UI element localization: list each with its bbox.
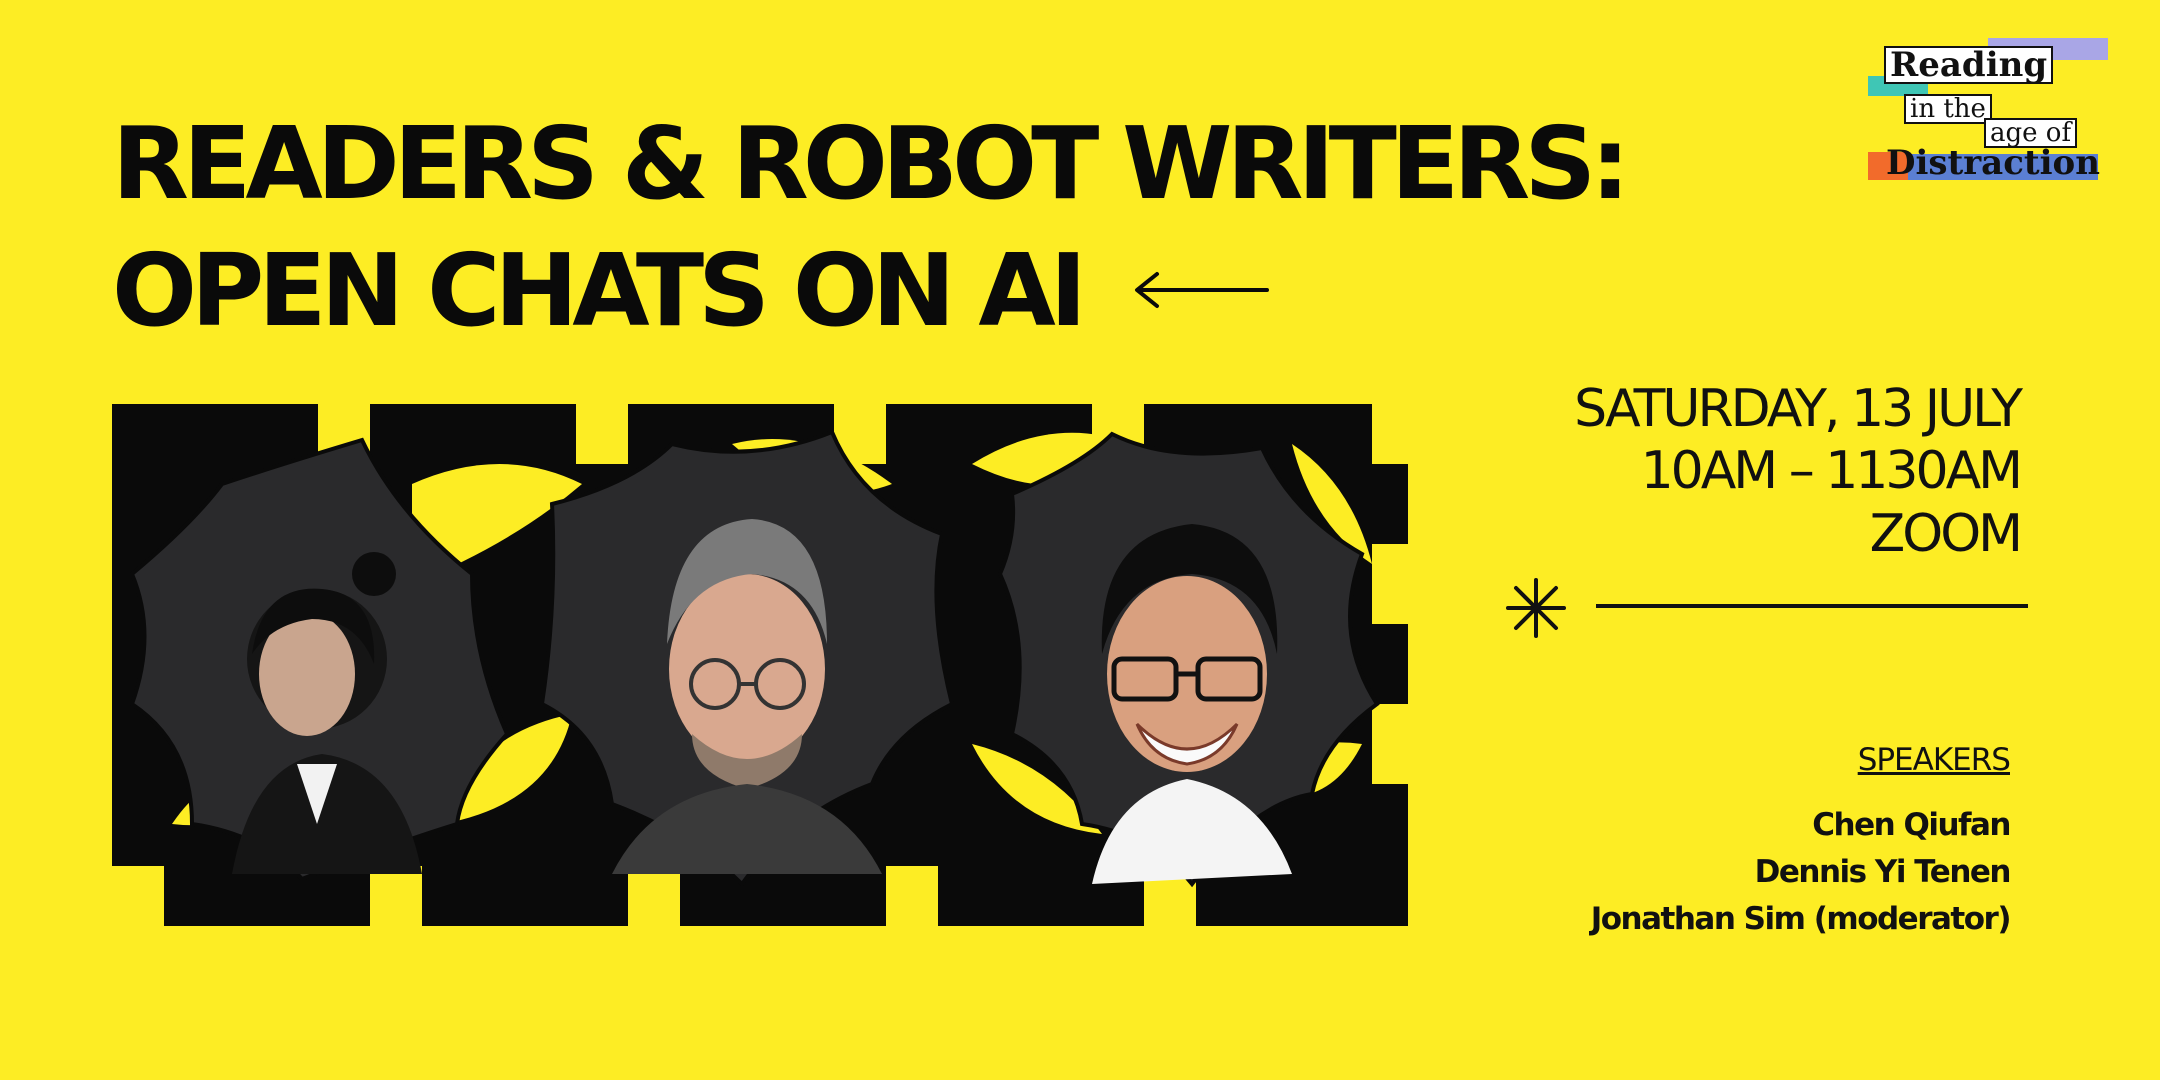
event-details: SATURDAY, 13 JULY 10AM – 1130AM ZOOM — [1574, 378, 2023, 565]
logo-word-in-the: in the — [1904, 94, 1992, 124]
speaker-photo-collage — [112, 404, 1408, 926]
divider-line — [1596, 604, 2028, 608]
title-line-1: READERS & ROBOT WRITERS: — [112, 105, 1630, 222]
arrow-left-icon — [1135, 271, 1269, 308]
speaker-name: Chen Qiufan — [1812, 807, 2011, 843]
event-time: 10AM – 1130AM — [1640, 441, 2023, 502]
event-venue: ZOOM — [1869, 503, 2023, 564]
title-line-2: OPEN CHATS ON AI — [112, 227, 1624, 354]
speakers-list: Chen Qiufan Dennis Yi Tenen Jonathan Sim… — [1590, 802, 2012, 943]
speaker-name: Jonathan Sim (moderator) — [1590, 901, 2012, 938]
event-date: SATURDAY, 13 JULY — [1574, 379, 2023, 439]
event-title: READERS & ROBOT WRITERS: OPEN CHATS ON A… — [112, 100, 1630, 354]
logo-word-reading: Reading — [1884, 46, 2054, 84]
logo-word-distraction: Distraction — [1886, 143, 2100, 183]
reading-in-the-age-of-distraction-logo: Reading in the age of Distraction — [1868, 36, 2118, 186]
asterisk-icon — [1506, 578, 1566, 638]
speaker-name: Dennis Yi Tenen — [1754, 854, 2012, 891]
title-line-2-text: OPEN CHATS ON AI — [112, 232, 1087, 349]
speakers-heading: SPEAKERS — [1857, 742, 2011, 778]
